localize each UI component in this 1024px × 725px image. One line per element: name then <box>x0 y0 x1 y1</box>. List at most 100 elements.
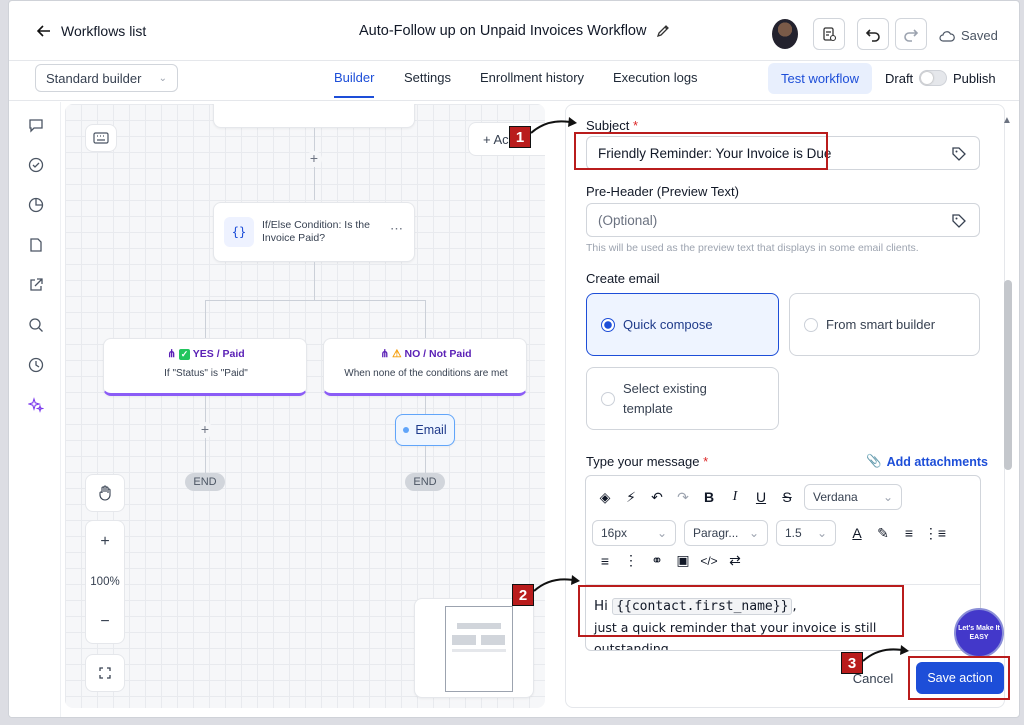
branch-no-node[interactable]: ⋔ ⚠ NO / Not Paid When none of the condi… <box>323 338 527 396</box>
wrap-text-icon[interactable]: ⇄ <box>722 552 748 569</box>
external-link-icon[interactable] <box>27 276 45 294</box>
existing-template-option[interactable]: Select existing template <box>586 367 779 430</box>
add-step-plus[interactable]: + <box>306 151 322 167</box>
builder-select[interactable]: Standard builder ⌄ <box>35 64 178 92</box>
align-left-icon[interactable]: ≡ <box>592 553 618 569</box>
chat-icon[interactable] <box>27 116 45 134</box>
preheader-input[interactable]: (Optional) <box>586 203 980 237</box>
add-attachments-link[interactable]: 📎 Add attachments <box>866 454 988 469</box>
search-icon[interactable] <box>27 316 45 334</box>
annotation-badge-2: 2 <box>512 584 534 606</box>
publish-toggle[interactable] <box>919 70 947 86</box>
smart-builder-label: From smart builder <box>826 317 936 332</box>
publish-label: Publish <box>953 71 996 86</box>
tag-icon[interactable]: ◈ <box>592 489 618 506</box>
create-email-label: Create email <box>586 271 660 286</box>
tab-execution-logs[interactable]: Execution logs <box>613 70 698 98</box>
back-to-workflows-button[interactable]: Workflows list <box>37 23 146 39</box>
font-family-select[interactable]: Verdana ⌄ <box>804 484 902 510</box>
previous-node[interactable] <box>213 104 415 128</box>
undo-button[interactable] <box>857 18 889 50</box>
sparkle-icon[interactable] <box>27 396 45 414</box>
code-icon[interactable]: </> <box>696 554 722 568</box>
more-vertical-icon[interactable]: ⋮ <box>618 552 644 569</box>
workflow-canvas[interactable]: + + Ac {} If/Else Condition: Is the Invo… <box>65 104 545 708</box>
minimap-node <box>452 635 476 645</box>
avatar[interactable] <box>772 19 798 49</box>
keyboard-button[interactable] <box>85 124 117 152</box>
pencil-icon[interactable] <box>656 24 670 38</box>
redo-button[interactable] <box>895 18 927 50</box>
scroll-up-arrow[interactable]: ▲ <box>1002 115 1012 126</box>
lightning-icon[interactable]: ⚡︎ <box>618 489 644 506</box>
chevron-down-icon: ⌄ <box>158 72 167 84</box>
pan-hand-button[interactable] <box>85 474 125 512</box>
tab-builder[interactable]: Builder <box>334 70 375 98</box>
redo-icon <box>904 29 919 42</box>
zoom-in-button[interactable]: + <box>100 533 109 551</box>
highlighter-icon[interactable]: ✎ <box>870 525 896 542</box>
italic-icon[interactable]: I <box>722 489 748 505</box>
workflow-title[interactable]: Auto-Follow up on Unpaid Invoices Workfl… <box>359 23 670 39</box>
branch-yes-node[interactable]: ⋔ ✓ YES / Paid If "Status" is "Paid" <box>103 338 307 396</box>
tag-icon[interactable] <box>951 146 967 162</box>
editor-toolbar-row-2: 16px ⌄ Paragr... ⌄ 1.5 ⌄ A ✎ ≡ ⋮≡ <box>586 520 980 546</box>
file-icon[interactable] <box>27 236 45 254</box>
branch-yes-condition: If "Status" is "Paid" <box>164 368 248 379</box>
end-node-no: END <box>405 473 445 491</box>
undo-icon[interactable]: ↶ <box>644 489 670 506</box>
email-node[interactable]: Email <box>395 414 455 446</box>
numbered-list-icon[interactable]: ⋮≡ <box>922 525 948 542</box>
image-icon[interactable]: ▣ <box>670 552 696 569</box>
annotation-badge-3: 3 <box>841 652 863 674</box>
add-attachments-label: Add attachments <box>886 454 988 469</box>
underline-icon[interactable]: U <box>748 489 774 505</box>
minimap-node <box>457 623 501 629</box>
font-size-select[interactable]: 16px ⌄ <box>592 520 676 546</box>
redo-icon[interactable]: ↷ <box>670 489 696 506</box>
pie-chart-icon[interactable] <box>27 196 45 214</box>
checklist-button[interactable] <box>813 18 845 50</box>
strikethrough-icon[interactable]: S <box>774 489 800 505</box>
sub-bar: Standard builder ⌄ Builder Settings Enro… <box>9 61 1019 101</box>
test-workflow-button[interactable]: Test workflow <box>768 63 872 94</box>
scrollbar-thumb[interactable] <box>1004 280 1012 470</box>
paragraph-select[interactable]: Paragr... ⌄ <box>684 520 768 546</box>
arrow-left-icon <box>37 25 50 37</box>
bullet-list-icon[interactable]: ≡ <box>896 525 922 541</box>
editor-toolbar-row-1: ◈ ⚡︎ ↶ ↷ B I U S Verdana ⌄ <box>586 484 980 510</box>
branch-icon: ⋔ <box>380 348 390 360</box>
annotation-box-3 <box>908 656 1010 700</box>
tab-settings[interactable]: Settings <box>404 70 451 98</box>
paragraph-value: Paragr... <box>693 526 739 540</box>
tag-icon[interactable] <box>951 213 967 229</box>
line-height-value: 1.5 <box>785 526 802 540</box>
history-icon[interactable] <box>27 356 45 374</box>
annotation-box-2 <box>578 585 904 637</box>
zoom-out-button[interactable]: − <box>100 613 109 631</box>
hand-icon <box>99 485 111 501</box>
radio-unselected <box>804 317 818 332</box>
more-icon[interactable]: ⋯ <box>390 221 403 237</box>
line-height-select[interactable]: 1.5 ⌄ <box>776 520 836 546</box>
minimap[interactable] <box>414 598 534 698</box>
quick-compose-option[interactable]: Quick compose <box>586 293 779 356</box>
chevron-down-icon: ⌄ <box>656 526 667 540</box>
minimap-node <box>481 635 505 645</box>
connector-line <box>425 446 426 474</box>
text-color-icon[interactable]: A <box>844 525 870 541</box>
bold-icon[interactable]: B <box>696 489 722 505</box>
link-icon[interactable]: ⚭ <box>644 552 670 569</box>
check-circle-icon[interactable] <box>27 156 45 174</box>
expand-icon <box>99 667 111 679</box>
ifelse-node[interactable]: {} If/Else Condition: Is the Invoice Pai… <box>213 202 415 262</box>
smart-builder-option[interactable]: From smart builder <box>789 293 980 356</box>
tab-enrollment-history[interactable]: Enrollment history <box>480 70 584 98</box>
chevron-down-icon: ⌄ <box>748 526 759 540</box>
fit-view-button[interactable] <box>85 654 125 692</box>
add-step-plus[interactable]: + <box>197 422 213 438</box>
left-rail <box>9 102 61 717</box>
connector-line <box>425 300 426 338</box>
draft-label: Draft <box>885 71 914 86</box>
check-square-icon: ✓ <box>179 349 191 360</box>
